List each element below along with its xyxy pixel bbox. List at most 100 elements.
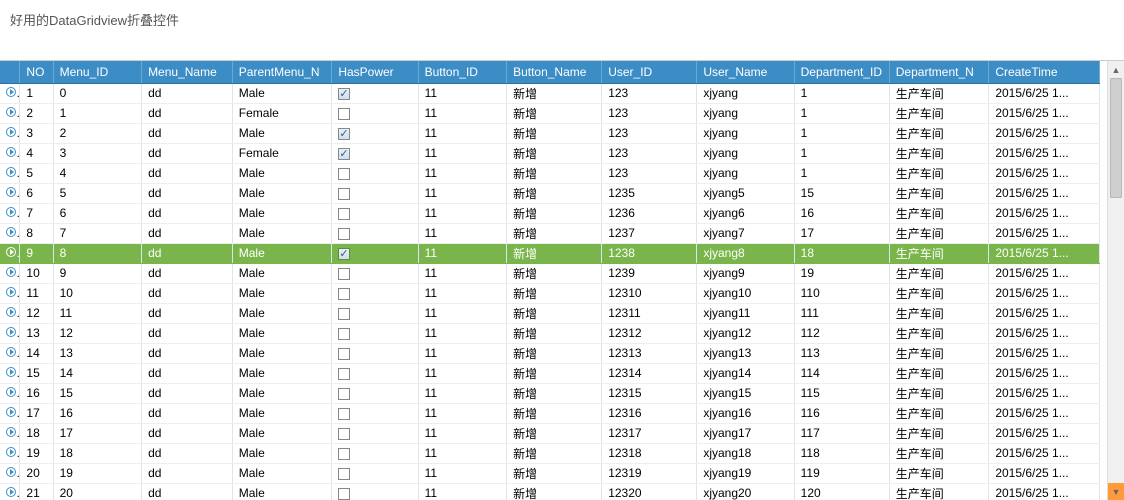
table-row[interactable]: 65ddMale11新增1235xjyang515生产车间2015/6/25 1…: [0, 183, 1100, 203]
cell-button-id[interactable]: 11: [418, 83, 506, 103]
table-row[interactable]: 1817ddMale11新增12317xjyang17117生产车间2015/6…: [0, 423, 1100, 443]
cell-createtime[interactable]: 2015/6/25 1...: [989, 283, 1100, 303]
cell-no[interactable]: 4: [20, 143, 53, 163]
cell-department-n[interactable]: 生产车间: [889, 403, 989, 423]
cell-createtime[interactable]: 2015/6/25 1...: [989, 223, 1100, 243]
cell-user-name[interactable]: xjyang18: [697, 443, 794, 463]
cell-department-n[interactable]: 生产车间: [889, 443, 989, 463]
cell-menu-name[interactable]: dd: [142, 83, 233, 103]
cell-button-name[interactable]: 新增: [507, 83, 602, 103]
cell-createtime[interactable]: 2015/6/25 1...: [989, 323, 1100, 343]
cell-user-name[interactable]: xjyang: [697, 83, 794, 103]
table-row[interactable]: 98ddMale11新增1238xjyang818生产车间2015/6/25 1…: [0, 243, 1100, 263]
cell-menu-name[interactable]: dd: [142, 483, 233, 500]
haspower-checkbox[interactable]: [338, 188, 350, 200]
cell-haspower[interactable]: [332, 423, 418, 443]
cell-user-id[interactable]: 12310: [602, 283, 697, 303]
cell-button-name[interactable]: 新增: [507, 463, 602, 483]
cell-department-id[interactable]: 118: [794, 443, 889, 463]
cell-menu-name[interactable]: dd: [142, 103, 233, 123]
cell-department-id[interactable]: 1: [794, 123, 889, 143]
cell-haspower[interactable]: [332, 343, 418, 363]
cell-user-name[interactable]: xjyang8: [697, 243, 794, 263]
cell-haspower[interactable]: [332, 243, 418, 263]
cell-button-id[interactable]: 11: [418, 423, 506, 443]
expand-icon[interactable]: [6, 427, 16, 437]
cell-department-n[interactable]: 生产车间: [889, 103, 989, 123]
cell-haspower[interactable]: [332, 263, 418, 283]
cell-department-id[interactable]: 111: [794, 303, 889, 323]
expand-icon[interactable]: [6, 347, 16, 357]
cell-haspower[interactable]: [332, 363, 418, 383]
cell-haspower[interactable]: [332, 383, 418, 403]
cell-parentmenu-n[interactable]: Male: [232, 463, 332, 483]
cell-user-id[interactable]: 12315: [602, 383, 697, 403]
haspower-checkbox[interactable]: [338, 348, 350, 360]
expand-cell[interactable]: [0, 123, 20, 143]
cell-button-id[interactable]: 11: [418, 123, 506, 143]
cell-button-id[interactable]: 11: [418, 163, 506, 183]
expand-cell[interactable]: [0, 163, 20, 183]
expand-icon[interactable]: [6, 207, 16, 217]
cell-menu-id[interactable]: 2: [53, 123, 141, 143]
cell-haspower[interactable]: [332, 323, 418, 343]
cell-haspower[interactable]: [332, 463, 418, 483]
table-row[interactable]: 1514ddMale11新增12314xjyang14114生产车间2015/6…: [0, 363, 1100, 383]
haspower-checkbox[interactable]: [338, 268, 350, 280]
cell-department-id[interactable]: 1: [794, 163, 889, 183]
cell-user-name[interactable]: xjyang13: [697, 343, 794, 363]
cell-no[interactable]: 3: [20, 123, 53, 143]
table-row[interactable]: 109ddMale11新增1239xjyang919生产车间2015/6/25 …: [0, 263, 1100, 283]
cell-button-id[interactable]: 11: [418, 103, 506, 123]
cell-no[interactable]: 5: [20, 163, 53, 183]
cell-no[interactable]: 17: [20, 403, 53, 423]
expand-cell[interactable]: [0, 343, 20, 363]
cell-menu-name[interactable]: dd: [142, 163, 233, 183]
cell-parentmenu-n[interactable]: Male: [232, 183, 332, 203]
cell-menu-id[interactable]: 5: [53, 183, 141, 203]
cell-button-name[interactable]: 新增: [507, 383, 602, 403]
expand-icon[interactable]: [6, 267, 16, 277]
cell-user-name[interactable]: xjyang: [697, 103, 794, 123]
cell-parentmenu-n[interactable]: Female: [232, 143, 332, 163]
col-user-id[interactable]: User_ID: [602, 61, 697, 83]
haspower-checkbox[interactable]: [338, 108, 350, 120]
cell-button-name[interactable]: 新增: [507, 223, 602, 243]
cell-department-id[interactable]: 116: [794, 403, 889, 423]
table-row[interactable]: 1413ddMale11新增12313xjyang13113生产车间2015/6…: [0, 343, 1100, 363]
col-createtime[interactable]: CreateTime: [989, 61, 1100, 83]
cell-parentmenu-n[interactable]: Male: [232, 303, 332, 323]
table-row[interactable]: 1312ddMale11新增12312xjyang12112生产车间2015/6…: [0, 323, 1100, 343]
cell-haspower[interactable]: [332, 223, 418, 243]
haspower-checkbox[interactable]: [338, 288, 350, 300]
cell-menu-id[interactable]: 1: [53, 103, 141, 123]
cell-createtime[interactable]: 2015/6/25 1...: [989, 203, 1100, 223]
col-parentmenu-n[interactable]: ParentMenu_N: [232, 61, 332, 83]
cell-menu-name[interactable]: dd: [142, 423, 233, 443]
cell-button-id[interactable]: 11: [418, 383, 506, 403]
cell-user-name[interactable]: xjyang5: [697, 183, 794, 203]
cell-createtime[interactable]: 2015/6/25 1...: [989, 183, 1100, 203]
cell-department-n[interactable]: 生产车间: [889, 363, 989, 383]
cell-no[interactable]: 16: [20, 383, 53, 403]
haspower-checkbox[interactable]: [338, 368, 350, 380]
cell-haspower[interactable]: [332, 483, 418, 500]
cell-user-id[interactable]: 12320: [602, 483, 697, 500]
expand-icon[interactable]: [6, 167, 16, 177]
cell-parentmenu-n[interactable]: Male: [232, 323, 332, 343]
table-row[interactable]: 2019ddMale11新增12319xjyang19119生产车间2015/6…: [0, 463, 1100, 483]
cell-user-name[interactable]: xjyang14: [697, 363, 794, 383]
cell-user-id[interactable]: 123: [602, 123, 697, 143]
cell-menu-name[interactable]: dd: [142, 223, 233, 243]
haspower-checkbox[interactable]: [338, 228, 350, 240]
expand-icon[interactable]: [6, 327, 16, 337]
cell-button-id[interactable]: 11: [418, 483, 506, 500]
cell-haspower[interactable]: [332, 203, 418, 223]
cell-department-n[interactable]: 生产车间: [889, 183, 989, 203]
cell-button-name[interactable]: 新增: [507, 343, 602, 363]
cell-department-n[interactable]: 生产车间: [889, 463, 989, 483]
cell-user-id[interactable]: 12316: [602, 403, 697, 423]
expand-icon[interactable]: [6, 387, 16, 397]
cell-user-name[interactable]: xjyang20: [697, 483, 794, 500]
cell-menu-id[interactable]: 8: [53, 243, 141, 263]
